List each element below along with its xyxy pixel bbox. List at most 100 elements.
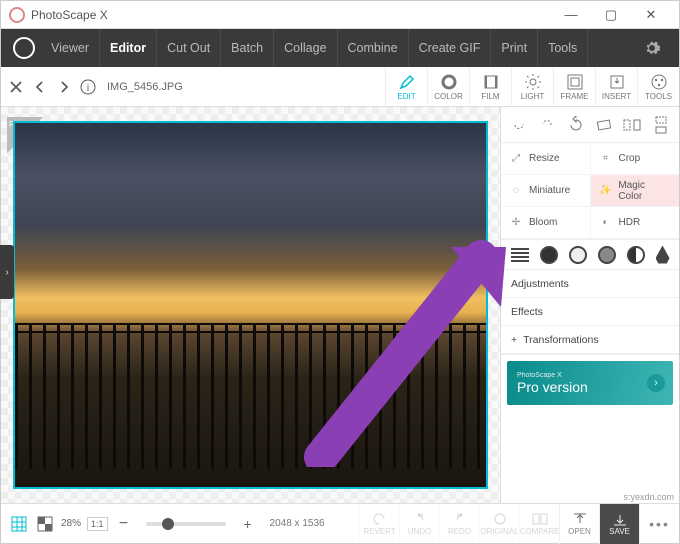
- film-icon: [482, 73, 500, 91]
- redo-button[interactable]: REDO: [439, 504, 479, 544]
- sun-icon: [524, 73, 542, 91]
- subtool-edit[interactable]: EDIT: [385, 67, 427, 107]
- subtool-color[interactable]: COLOR: [427, 67, 469, 107]
- menu-cutout[interactable]: Cut Out: [157, 29, 221, 67]
- straighten-icon[interactable]: [594, 115, 614, 135]
- tool-crop[interactable]: ⌗Crop: [591, 143, 680, 175]
- menu-viewer[interactable]: Viewer: [41, 29, 100, 67]
- tool-crop-label: Crop: [619, 153, 641, 164]
- redo-label: REDO: [448, 527, 471, 536]
- menubar: Viewer Editor Cut Out Batch Collage Comb…: [1, 29, 679, 67]
- zoom-out-button[interactable]: −: [114, 514, 134, 534]
- tool-bloom-label: Bloom: [529, 217, 557, 228]
- rotate-90-icon[interactable]: [566, 115, 586, 135]
- subtool-film[interactable]: FILM: [469, 67, 511, 107]
- menu-collage[interactable]: Collage: [274, 29, 337, 67]
- filter-circle-1[interactable]: [540, 246, 558, 264]
- save-label: SAVE: [609, 527, 630, 536]
- subtool-insert[interactable]: INSERT: [595, 67, 637, 107]
- zoom-slider-knob[interactable]: [162, 518, 174, 530]
- menu-batch[interactable]: Batch: [221, 29, 274, 67]
- menu-editor[interactable]: Editor: [100, 29, 157, 67]
- info-icon[interactable]: i: [79, 78, 97, 96]
- accordion-transformations[interactable]: + Transformations: [501, 326, 679, 354]
- open-button[interactable]: OPEN: [559, 504, 599, 544]
- zoom-in-button[interactable]: +: [238, 514, 258, 534]
- filter-lines-icon[interactable]: [511, 247, 529, 263]
- menu-tools[interactable]: Tools: [538, 29, 588, 67]
- prev-button[interactable]: [31, 78, 49, 96]
- flip-v-icon[interactable]: [651, 115, 671, 135]
- subtool-light[interactable]: LIGHT: [511, 67, 553, 107]
- menu-print[interactable]: Print: [491, 29, 538, 67]
- subtool-light-label: LIGHT: [521, 92, 545, 101]
- accordion-transformations-label: Transformations: [523, 334, 598, 346]
- revert-button[interactable]: REVERT: [359, 504, 399, 544]
- tool-miniature[interactable]: ◌Miniature: [501, 175, 591, 207]
- rotate-cw-icon[interactable]: [537, 115, 557, 135]
- titlebar: PhotoScape X — ▢ ✕: [1, 1, 679, 29]
- wand-icon: ✨: [599, 184, 613, 198]
- pro-banner-arrow-icon: ›: [647, 374, 665, 392]
- minimize-button[interactable]: —: [551, 1, 591, 29]
- grid-icon[interactable]: [9, 514, 29, 534]
- tool-grid: ⤢ Resize ⌗Crop ◌Miniature ✨Magic Color ✢ B…: [501, 143, 679, 240]
- filter-circle-3[interactable]: [598, 246, 616, 264]
- tool-hdr[interactable]: ◐HDR: [591, 207, 680, 239]
- filter-circle-4[interactable]: [627, 246, 645, 264]
- app-window: PhotoScape X — ▢ ✕ Viewer Editor Cut Out…: [0, 0, 680, 544]
- sidebar-expand-handle[interactable]: ›: [0, 245, 14, 299]
- menu-logo-icon[interactable]: [13, 37, 35, 59]
- pro-banner[interactable]: PhotoScape X Pro version ›: [507, 361, 673, 405]
- rotate-ccw-icon[interactable]: [509, 115, 529, 135]
- pencil-icon: [398, 73, 416, 91]
- tool-resize[interactable]: ⤢ Resize: [501, 143, 591, 175]
- file-name: IMG_5456.JPG: [107, 81, 183, 93]
- accordion-effects[interactable]: Effects: [501, 298, 679, 326]
- tool-magiccolor[interactable]: ✨Magic Color: [591, 175, 680, 207]
- menu-combine[interactable]: Combine: [338, 29, 409, 67]
- filter-drop-icon[interactable]: [656, 246, 670, 264]
- image-content: [15, 323, 486, 469]
- sub-toolbar: i IMG_5456.JPG EDIT COLOR FILM LIGHT FRA…: [1, 67, 679, 107]
- flip-h-icon[interactable]: [622, 115, 642, 135]
- accordion-adjustments[interactable]: Adjustments: [501, 270, 679, 298]
- palette-icon: [650, 73, 668, 91]
- subtool-tools-label: TOOLS: [645, 92, 672, 101]
- tool-resize-label: Resize: [529, 153, 560, 164]
- maximize-button[interactable]: ▢: [591, 1, 631, 29]
- zoom-percent[interactable]: 28%: [61, 518, 81, 529]
- svg-text:i: i: [87, 83, 89, 94]
- watermark: s:yexdn.com: [623, 492, 674, 502]
- save-button[interactable]: SAVE: [599, 504, 639, 544]
- more-button[interactable]: •••: [639, 504, 679, 544]
- miniature-icon: ◌: [509, 184, 523, 198]
- filter-circle-2[interactable]: [569, 246, 587, 264]
- app-logo-icon: [9, 7, 25, 23]
- image-canvas[interactable]: [13, 121, 488, 489]
- zoom-slider[interactable]: [146, 522, 226, 526]
- subtool-tools[interactable]: TOOLS: [637, 67, 679, 107]
- menu-creategif[interactable]: Create GIF: [409, 29, 492, 67]
- resize-icon: ⤢: [509, 152, 523, 166]
- gear-icon[interactable]: [643, 39, 673, 57]
- compare-button[interactable]: COMPARE: [519, 504, 559, 544]
- ring-icon: [440, 73, 458, 91]
- frame-icon: [566, 73, 584, 91]
- original-button[interactable]: ORIGINAL: [479, 504, 519, 544]
- subtool-frame[interactable]: FRAME: [553, 67, 595, 107]
- plus-icon: +: [511, 334, 517, 346]
- tool-bloom[interactable]: ✢ Bloom: [501, 207, 591, 239]
- next-button[interactable]: [55, 78, 73, 96]
- hdr-icon: ◐: [599, 216, 613, 230]
- undo-button[interactable]: UNDO: [399, 504, 439, 544]
- zoom-actual-button[interactable]: 1:1: [87, 517, 108, 531]
- insert-icon: [608, 73, 626, 91]
- background-icon[interactable]: [35, 514, 55, 534]
- close-button[interactable]: ✕: [631, 1, 671, 29]
- dimensions-label: 2048 x 1536: [270, 518, 325, 529]
- accordion-effects-label: Effects: [511, 306, 543, 318]
- accordion: Adjustments Effects + Transformations: [501, 270, 679, 355]
- close-file-icon[interactable]: [7, 78, 25, 96]
- bloom-icon: ✢: [509, 216, 523, 230]
